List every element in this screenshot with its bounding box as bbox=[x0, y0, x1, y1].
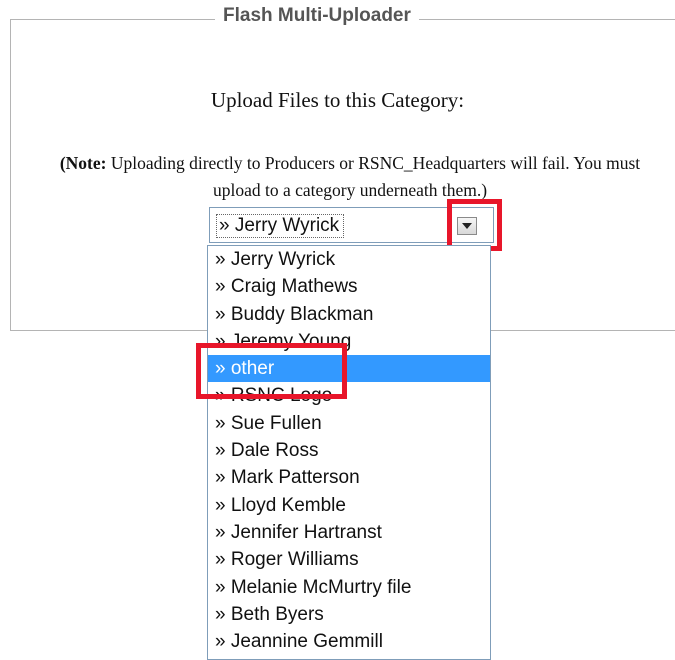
dropdown-option[interactable]: » Beth Byers bbox=[208, 601, 490, 628]
annotation-box-other-option bbox=[196, 343, 347, 399]
dropdown-option[interactable]: » Roger Williams bbox=[208, 546, 490, 573]
dropdown-option[interactable]: » Sue Fullen bbox=[208, 410, 490, 437]
dropdown-option[interactable]: » Jeannine Gemmill bbox=[208, 628, 490, 655]
category-select-value: » Jerry Wyrick bbox=[216, 214, 345, 238]
dropdown-option[interactable]: » Mark Patterson bbox=[208, 464, 490, 491]
category-dropdown-list[interactable]: » Jerry Wyrick» Craig Mathews» Buddy Bla… bbox=[207, 245, 491, 660]
dropdown-option[interactable]: » Jerry Wyrick bbox=[208, 246, 490, 273]
note-bold-label: (Note: bbox=[59, 153, 107, 173]
dropdown-option[interactable]: » Buddy Blackman bbox=[208, 301, 490, 328]
fieldset-legend: Flash Multi-Uploader bbox=[215, 5, 419, 27]
dropdown-option[interactable]: » Melanie McMurtry file bbox=[208, 574, 490, 601]
upload-note: (Note: Uploading directly to Producers o… bbox=[40, 150, 660, 204]
annotation-box-dropdown-arrow bbox=[447, 199, 502, 251]
dropdown-option[interactable]: » Jennifer Hartranst bbox=[208, 519, 490, 546]
dropdown-option[interactable]: » Lloyd Kemble bbox=[208, 492, 490, 519]
dropdown-option[interactable]: » Dale Ross bbox=[208, 437, 490, 464]
upload-heading: Upload Files to this Category: bbox=[210, 88, 465, 112]
dropdown-option[interactable]: » Craig Mathews bbox=[208, 273, 490, 300]
note-text: Uploading directly to Producers or RSNC_… bbox=[106, 153, 641, 200]
